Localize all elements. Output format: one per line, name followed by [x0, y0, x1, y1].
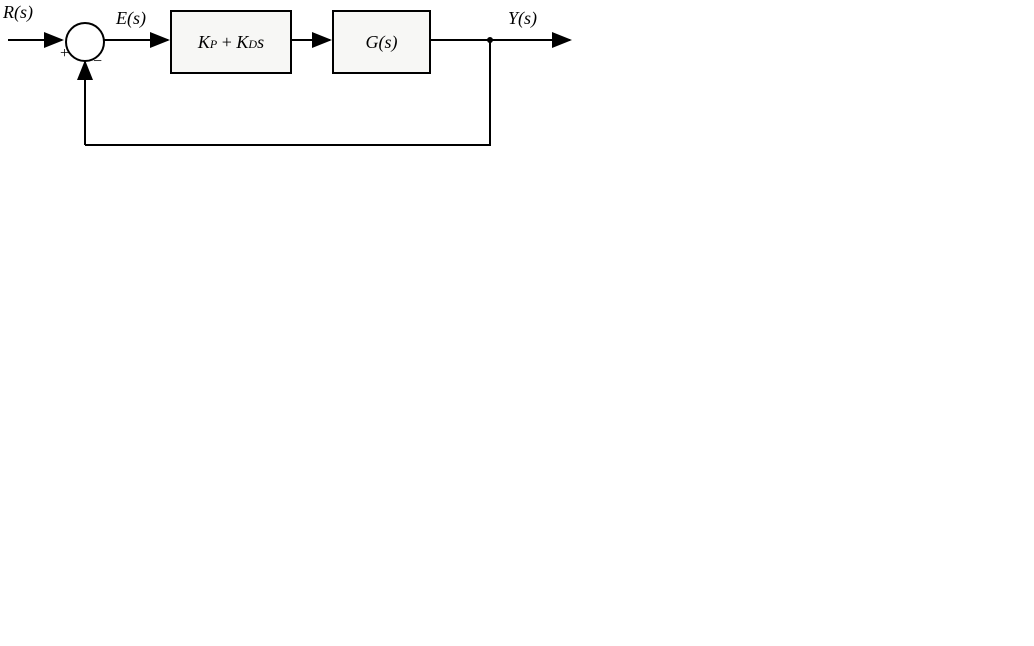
minus-sign: −	[93, 53, 102, 71]
block-diagram: R(s) + − E(s) KP + KDs G(s) Y(s)	[0, 0, 1034, 646]
controller-block: KP + KDs	[170, 10, 292, 74]
plant-block: G(s)	[332, 10, 431, 74]
input-signal-label: R(s)	[3, 2, 33, 23]
output-signal-label: Y(s)	[508, 8, 537, 29]
diagram-connections	[0, 0, 1034, 646]
error-signal-label: E(s)	[116, 8, 146, 29]
plant-expression: G(s)	[366, 32, 398, 53]
controller-expression: KP + KDs	[198, 32, 264, 53]
plus-sign: +	[60, 45, 69, 63]
